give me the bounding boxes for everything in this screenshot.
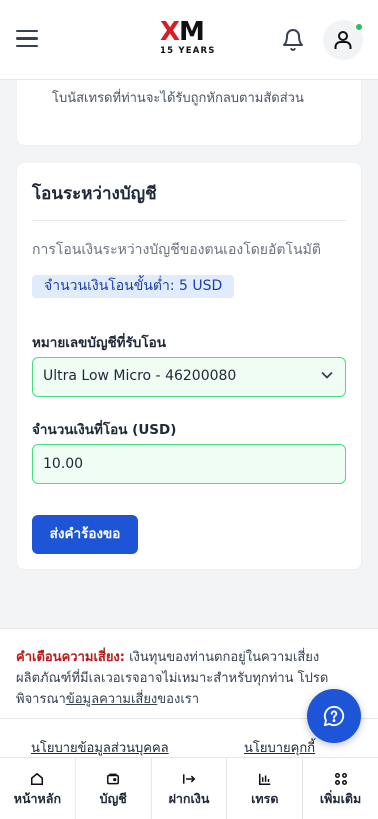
- bottom-nav: หน้าหลัก บัญชี ฝากเงิน เทรด เพิ่มเติม: [0, 757, 378, 819]
- amount-label: จำนวนเงินที่โอน (USD): [32, 422, 177, 438]
- risk-warning: คำเตือนความเสี่ยง: เงินทุนของท่านตกอยู่ใ…: [16, 647, 334, 710]
- nav-accounts-label: บัญชี: [99, 791, 127, 806]
- chart-icon: [258, 773, 271, 786]
- risk-warning-label: คำเตือนความเสี่ยง:: [16, 650, 125, 665]
- nav-deposit[interactable]: ฝากเงิน: [152, 758, 228, 819]
- nav-more[interactable]: เพิ่มเติม: [303, 758, 378, 819]
- account-select-value: Ultra Low Micro - 46200080: [43, 368, 237, 384]
- hamburger-menu-icon[interactable]: [16, 30, 38, 50]
- wallet-icon: [107, 773, 120, 785]
- account-select[interactable]: Ultra Low Micro - 46200080: [32, 357, 346, 397]
- chat-icon: [323, 705, 345, 727]
- logo-subtitle: 15 YEARS: [160, 46, 216, 56]
- nav-home-label: หน้าหลัก: [13, 791, 62, 806]
- online-status-dot: [355, 23, 363, 31]
- risk-warning-text-end: ของเรา: [157, 692, 200, 707]
- grid-more-icon: [334, 772, 347, 786]
- top-header: XM 15 YEARS: [0, 0, 378, 80]
- bonus-info-text: โบนัสเทรดที่ท่านจะได้รับถูกหักลบตามสัดส่…: [52, 91, 304, 106]
- nav-more-label: เพิ่มเติม: [319, 791, 362, 806]
- home-icon: [31, 772, 44, 786]
- logo-mark: XM: [160, 17, 205, 47]
- chat-support-button[interactable]: [307, 689, 361, 743]
- nav-deposit-label: ฝากเงิน: [168, 791, 210, 806]
- amount-input[interactable]: [32, 444, 346, 484]
- submit-request-button[interactable]: ส่งคำร้องขอ: [32, 515, 138, 554]
- nav-trade-label: เทรด: [251, 791, 279, 806]
- transfer-description: การโอนเงินระหว่างบัญชีของตนเองโดยอัตโนมั…: [32, 242, 321, 258]
- privacy-policy-link[interactable]: นโยบายข้อมูลส่วนบุคคล: [31, 737, 169, 758]
- min-amount-badge: จำนวนเงินโอนขั้นต่ำ: 5 USD: [32, 275, 235, 298]
- chevron-down-icon: [321, 371, 333, 379]
- bell-icon[interactable]: [281, 28, 305, 52]
- account-label: หมายเลขบัญชีที่รับโอน: [32, 335, 166, 351]
- title-divider: [32, 220, 346, 221]
- nav-accounts[interactable]: บัญชี: [76, 758, 152, 819]
- xm-logo[interactable]: XM 15 YEARS: [160, 18, 220, 62]
- nav-home[interactable]: หน้าหลัก: [0, 758, 76, 819]
- cookie-policy-link[interactable]: นโยบายคุกกี้: [244, 737, 315, 758]
- deposit-arrow-icon: [182, 774, 196, 784]
- nav-trade[interactable]: เทรด: [227, 758, 304, 819]
- page-title: โอนระหว่างบัญชี: [32, 184, 157, 204]
- risk-info-link[interactable]: ข้อมูลความเสี่ยง: [66, 692, 157, 707]
